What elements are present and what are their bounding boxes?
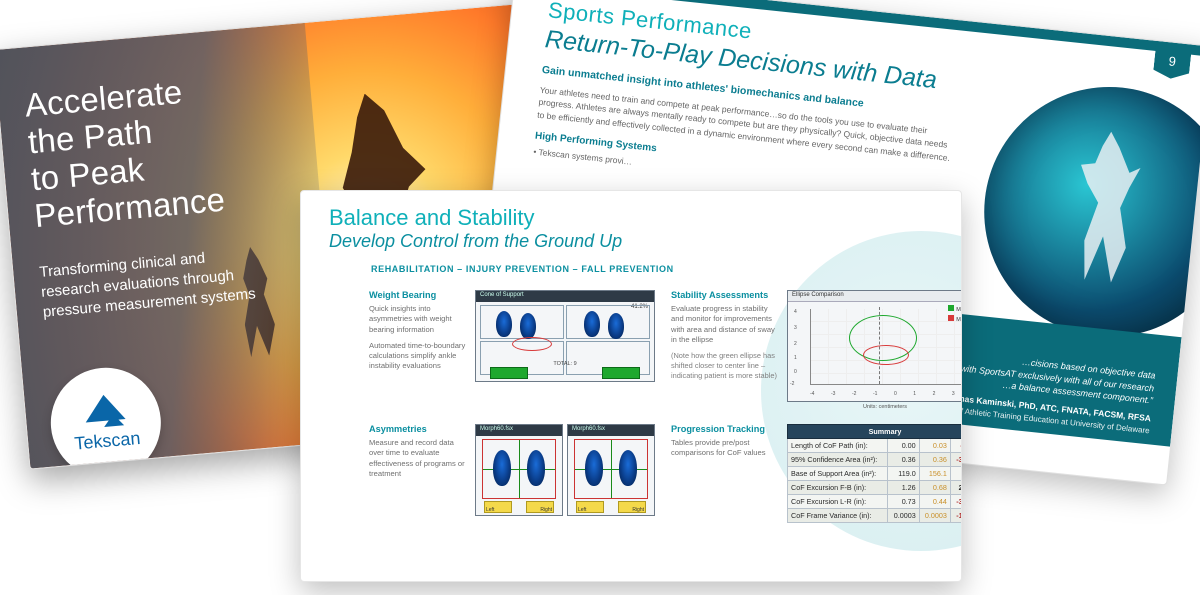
panel-titlebar: Cone of Support — [476, 291, 654, 302]
cover-subtitle: Transforming clinical and research evalu… — [39, 244, 263, 324]
category-tags: REHABILITATION – INJURY PREVENTION – FAL… — [371, 264, 933, 274]
footprint-icon — [527, 450, 545, 486]
metric-pct-change: -1.4% — [950, 439, 962, 453]
stability-label: Stability Assessments — [671, 290, 781, 300]
metric-value-post: 0.44 — [919, 495, 950, 509]
foot-pressure-panel-right: Morph60.fsx Left Right — [567, 424, 655, 516]
progression-text: Progression Tracking Tables provide pre/… — [671, 424, 781, 523]
metric-name: CoF Excursion L-R (in): — [788, 495, 888, 509]
progression-desc: Tables provide pre/post comparisons for … — [671, 438, 781, 459]
metric-pct-change: -35.4% — [950, 495, 962, 509]
athlete-figure — [1062, 128, 1147, 284]
asymmetries-label: Asymmetries — [369, 424, 469, 434]
ellipse-comparison-panel: Ellipse Comparison 4 3 2 1 0 -2 — [787, 290, 962, 402]
metric-value-post: 0.68 — [919, 481, 950, 495]
table-row: Length of CoF Path (in):0.000.03-1.4% — [788, 439, 963, 453]
footprint-icon — [520, 313, 536, 339]
metric-value-post: 0.0003 — [919, 509, 950, 523]
weight-bearing-text: Weight Bearing Quick insights into asymm… — [369, 290, 469, 402]
metric-value-pre: 0.36 — [888, 453, 919, 467]
asymmetries-text: Asymmetries Measure and record data over… — [369, 424, 469, 523]
cover-text-overlay: Accelerate the Path to Peak Performance … — [0, 23, 341, 469]
metric-pct-change: 21.8% — [950, 481, 962, 495]
metric-pct-change: -39.6% — [950, 453, 962, 467]
metric-name: Length of CoF Path (in): — [788, 439, 888, 453]
metric-name: CoF Excursion F-B (in): — [788, 481, 888, 495]
stability-desc: Evaluate progress in stability and monit… — [671, 304, 781, 345]
table-row: CoF Excursion L-R (in):0.730.44-35.4% — [788, 495, 963, 509]
metric-pct-change: -10.5% — [950, 509, 962, 523]
legend-item: Morph60 — [956, 317, 962, 323]
asymmetries-desc: Measure and record data over time to eva… — [369, 438, 469, 479]
chart-legend: Morph60 Morph60 — [948, 305, 962, 324]
metric-value-pre: 0.0003 — [888, 509, 919, 523]
legend-item: Morph60 — [956, 307, 962, 313]
table-row: Base of Support Area (in²):119.0156.14.7… — [788, 467, 963, 481]
athlete-circle-image — [972, 75, 1200, 350]
asymmetries-panel-wrap: Morph60.fsx Left Right — [475, 424, 665, 523]
chart-axes — [810, 309, 962, 385]
cone-of-support-panel-wrap: Cone of Support 41.2% TOTAL: 9 — [475, 290, 665, 402]
metric-value-pre: 119.0 — [888, 467, 919, 481]
weight-bearing-label: Weight Bearing — [369, 290, 469, 300]
metric-name: CoF Frame Variance (in): — [788, 509, 888, 523]
footprint-icon — [585, 450, 603, 486]
progression-table: Summary Length of CoF Path (in):0.000.03… — [787, 424, 962, 523]
metric-value-pre: 0.00 — [888, 439, 919, 453]
center-line — [879, 307, 880, 384]
metric-value-pre: 1.26 — [888, 481, 919, 495]
footprint-icon — [619, 450, 637, 486]
panel-total-label: TOTAL: 9 — [476, 361, 654, 367]
foot-pressure-panel-left: Morph60.fsx Left Right — [475, 424, 563, 516]
metric-value-pre: 0.73 — [888, 495, 919, 509]
metric-pct-change: 4.7% — [950, 467, 962, 481]
page-number-badge: 9 — [1153, 41, 1193, 81]
footprint-icon — [584, 311, 600, 337]
cover-title: Accelerate the Path to Peak Performance — [23, 65, 295, 235]
tekscan-logo-icon — [103, 413, 124, 427]
table-row: CoF Frame Variance (in):0.00030.0003-10.… — [788, 509, 963, 523]
tekscan-logo-text: Tekscan — [74, 427, 142, 454]
progression-table-wrap: Summary Length of CoF Path (in):0.000.03… — [787, 424, 962, 523]
balance-stability-slide: Balance and Stability Develop Control fr… — [300, 190, 962, 582]
ellipse-indicator — [512, 337, 552, 351]
weight-bearing-desc2: Automated time-to-boundary calculations … — [369, 341, 469, 372]
ellipse-chart-wrap: Ellipse Comparison 4 3 2 1 0 -2 — [787, 290, 962, 402]
metric-name: 95% Confidence Area (in²): — [788, 453, 888, 467]
panel-titlebar: Morph60.fsx — [476, 425, 562, 436]
footprint-icon — [496, 311, 512, 337]
panel-titlebar: Morph60.fsx — [568, 425, 654, 436]
panel-titlebar: Ellipse Comparison — [788, 291, 962, 302]
slide-title: Balance and Stability — [329, 205, 933, 231]
metric-name: Base of Support Area (in²): — [788, 467, 888, 481]
table-header: Summary — [788, 425, 963, 439]
metric-value-post: 0.03 — [919, 439, 950, 453]
footprint-icon — [493, 450, 511, 486]
ellipse-red — [863, 345, 909, 365]
table-row: 95% Confidence Area (in²):0.360.36-39.6% — [788, 453, 963, 467]
weight-bearing-desc: Quick insights into asymmetries with wei… — [369, 304, 469, 335]
metric-value-post: 156.1 — [919, 467, 950, 481]
stability-note: (Note how the green ellipse has shifted … — [671, 351, 781, 381]
footprint-icon — [608, 313, 624, 339]
progression-label: Progression Tracking — [671, 424, 781, 434]
x-axis-label: Units: centimeters — [788, 404, 962, 410]
slide-subtitle: Develop Control from the Ground Up — [329, 231, 933, 252]
stability-text: Stability Assessments Evaluate progress … — [671, 290, 781, 402]
metric-value-post: 0.36 — [919, 453, 950, 467]
table-row: CoF Excursion F-B (in):1.260.6821.8% — [788, 481, 963, 495]
cone-of-support-panel: Cone of Support 41.2% TOTAL: 9 — [475, 290, 655, 382]
